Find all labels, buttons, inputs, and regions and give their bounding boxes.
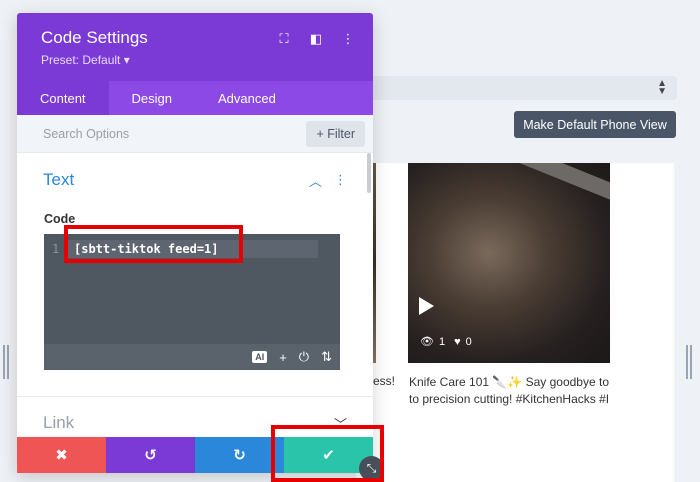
search-input[interactable]: Search Options — [43, 127, 306, 141]
caption-left-partial: ess! — [373, 374, 396, 388]
modal-header: Code Settings Preset: Default ▾ ⛶ ◧ ⋮ — [17, 13, 373, 81]
ai-button[interactable]: AI — [252, 351, 268, 363]
dynamic-content-icon[interactable]: ⏻ — [299, 349, 309, 365]
close-icon: ✖ — [55, 447, 68, 464]
filter-button[interactable]: + Filter — [306, 120, 365, 147]
header-icons: ⛶ ◧ ⋮ — [277, 31, 355, 47]
more-options-icon[interactable]: ⋮ — [334, 172, 347, 188]
modal-tabs: Content Design Advanced — [17, 81, 373, 115]
left-resize-grip[interactable] — [7, 345, 9, 379]
code-highlight-box — [64, 225, 243, 263]
tab-advanced[interactable]: Advanced — [195, 81, 299, 115]
knife-blade-shape — [509, 163, 610, 208]
more-options-icon[interactable]: ⋮ — [341, 31, 355, 47]
caption-line: Knife Care 101 🔪✨ Say goodbye to du — [409, 375, 609, 389]
chevron-up-icon[interactable]: ︿ — [309, 171, 322, 190]
cancel-button[interactable]: ✖ — [17, 437, 106, 473]
sidebar-icon[interactable]: ◧ — [309, 31, 323, 47]
search-bar: Search Options + Filter — [17, 115, 373, 153]
video-caption: Knife Care 101 🔪✨ Say goodbye to du to p… — [409, 374, 609, 408]
save-highlight-box — [271, 425, 384, 482]
tab-design[interactable]: Design — [109, 81, 195, 115]
line-number: 1 — [52, 242, 60, 256]
tiktok-video-thumbnail[interactable]: 👁 1 ♥ 0 — [408, 163, 610, 363]
video-stats: 👁 1 ♥ 0 — [420, 335, 472, 349]
fullscreen-icon[interactable]: ⛶ — [277, 31, 291, 47]
preset-dropdown[interactable]: Preset: Default ▾ — [41, 53, 349, 67]
redo-icon: ↻ — [233, 447, 246, 464]
select-arrows-icon: ▲ ▼ — [657, 78, 667, 97]
make-default-phone-view-button[interactable]: Make Default Phone View — [514, 111, 676, 138]
eye-icon: 👁 — [420, 336, 434, 348]
heart-icon: ♥ — [454, 335, 461, 348]
tab-content[interactable]: Content — [17, 81, 109, 115]
undo-icon: ↺ — [144, 447, 157, 464]
caption-line: to precision cutting! #KitchenHacks #I — [409, 392, 609, 406]
right-resize-grip[interactable] — [690, 345, 692, 379]
text-section-header[interactable]: Text ︿ ⋮ — [17, 153, 373, 190]
left-resize-grip[interactable] — [3, 345, 5, 379]
background-select[interactable]: ▲ ▼ — [372, 76, 677, 100]
scrollbar[interactable] — [367, 153, 371, 193]
views-count: 1 — [438, 335, 446, 348]
likes-count: 0 — [465, 335, 472, 348]
sort-icon[interactable]: ⇅ — [321, 349, 332, 365]
play-icon[interactable] — [419, 297, 434, 315]
modal-body: Text ︿ ⋮ Code 1 [sbtt-tiktok feed=1] AI … — [17, 153, 373, 438]
right-resize-grip[interactable] — [686, 345, 688, 379]
code-field-label: Code — [44, 212, 76, 226]
undo-button[interactable]: ↺ — [106, 437, 195, 473]
add-icon[interactable]: + — [279, 350, 287, 365]
text-section-title: Text — [43, 170, 75, 189]
editor-toolbar: AI + ⏻ ⇅ — [44, 344, 340, 370]
